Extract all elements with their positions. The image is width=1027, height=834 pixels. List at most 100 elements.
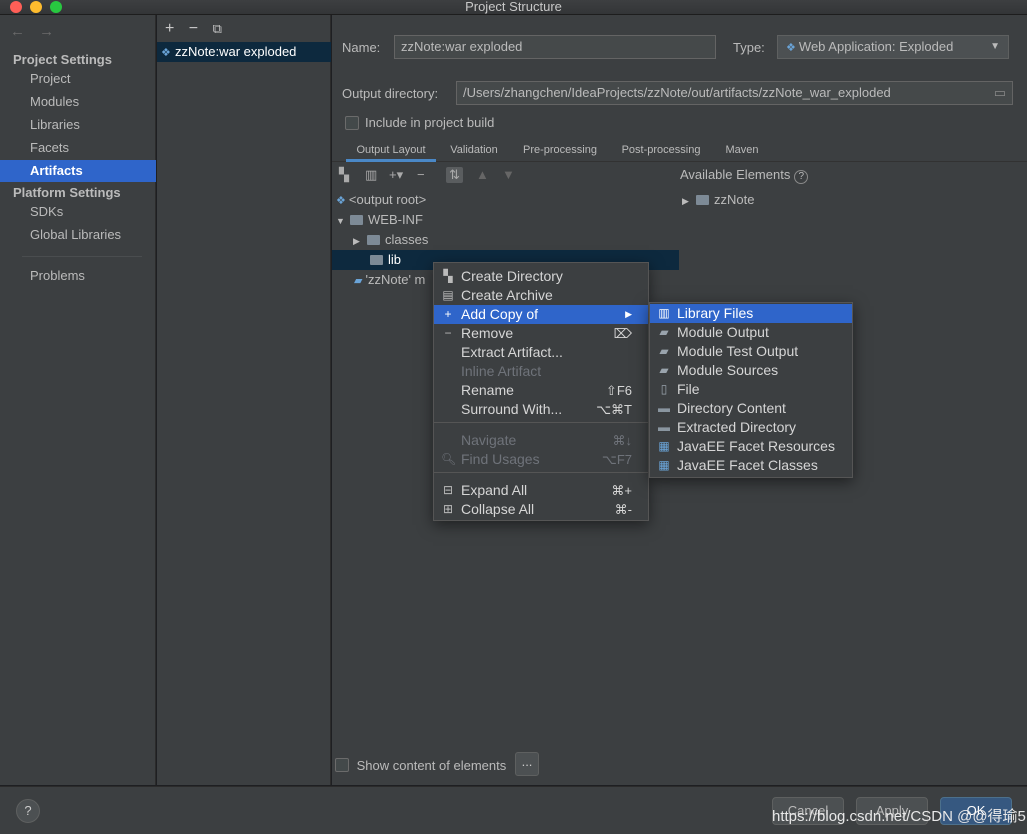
submenu-item-label: Module Sources	[677, 362, 779, 378]
tree-item-label: classes	[385, 232, 429, 247]
context-menu-item[interactable]: ▚ Create Directory	[434, 267, 648, 286]
submenu-item[interactable]: ▯ File	[650, 380, 852, 399]
tab-pre-processing[interactable]: Pre-processing	[515, 138, 605, 162]
artifact-list-item[interactable]: ❖ zzNote:war exploded	[157, 42, 331, 62]
name-field[interactable]: zzNote:war exploded	[394, 35, 716, 59]
module-folder-icon	[696, 195, 709, 205]
artifact-name: zzNote:war exploded	[175, 44, 297, 59]
menu-separator	[434, 422, 648, 423]
tree-item-classes[interactable]: ▶ classes	[353, 230, 428, 250]
submenu-item[interactable]: ▥ Library Files	[650, 304, 852, 323]
tab-output-layout[interactable]: Output Layout	[346, 138, 436, 162]
available-item-zznote[interactable]: ▶ zzNote	[682, 190, 754, 210]
remove-icon[interactable]: −	[417, 167, 425, 182]
sidebar-item-modules[interactable]: Modules	[0, 91, 156, 113]
submenu-item[interactable]: ▬ Extracted Directory	[650, 418, 852, 437]
available-elements-title: Available Elements	[680, 167, 791, 182]
module-output-icon: ▰	[354, 275, 366, 287]
module-test-output-icon: ▰	[659, 344, 669, 358]
output-directory-field[interactable]: /Users/zhangchen/IdeaProjects/zzNote/out…	[456, 81, 1013, 105]
type-label: Type:	[733, 40, 765, 55]
submenu-item[interactable]: ▦ JavaEE Facet Resources	[650, 437, 852, 456]
context-menu-item[interactable]: − Remove ⌦	[434, 324, 648, 343]
shortcut-label: ⌦	[613, 326, 632, 341]
tab-bar: Output Layout Validation Pre-processing …	[332, 138, 1027, 162]
library-icon: ▥	[658, 306, 670, 320]
context-menu-item-label: Create Directory	[461, 268, 563, 284]
submenu-item[interactable]: ▬ Directory Content	[650, 399, 852, 418]
module-sources-icon: ▰	[659, 363, 669, 377]
tab-post-processing[interactable]: Post-processing	[615, 138, 707, 162]
tree-item-web-inf[interactable]: ▼ WEB-INF	[336, 210, 423, 230]
tab-maven[interactable]: Maven	[719, 138, 765, 162]
context-menu-item: 🔍︎ Find Usages ⌥F7	[434, 450, 648, 469]
add-artifact-icon[interactable]: +	[165, 20, 174, 37]
chevron-down-icon: ▼	[990, 41, 1000, 52]
context-menu-item[interactable]: Rename ⇧F6	[434, 381, 648, 400]
type-dropdown[interactable]: ❖ Web Application: Exploded ▼	[777, 35, 1009, 59]
show-content-options-button[interactable]: ...	[515, 752, 539, 776]
tree-item-output-root[interactable]: ❖ <output root>	[336, 190, 426, 210]
collapsed-triangle-icon[interactable]: ▶	[353, 231, 367, 251]
help-button[interactable]: ?	[16, 799, 40, 823]
context-menu-item[interactable]: Surround With... ⌥⌘T	[434, 400, 648, 419]
context-menu-item-label: Rename	[461, 382, 514, 398]
artifacts-toolbar: + − ⧉	[165, 20, 232, 38]
help-icon[interactable]: ?	[794, 170, 809, 184]
submenu-item[interactable]: ▦ JavaEE Facet Classes	[650, 456, 852, 475]
forward-arrow-icon[interactable]: →	[39, 23, 54, 40]
move-down-icon[interactable]: ▼	[502, 167, 515, 182]
submenu-item-label: Library Files	[677, 305, 754, 321]
expanded-triangle-icon[interactable]: ▼	[336, 211, 350, 231]
collapsed-triangle-icon[interactable]: ▶	[682, 191, 696, 211]
include-in-build-checkbox[interactable]	[345, 116, 359, 130]
browse-folder-icon[interactable]: ▭	[994, 82, 1006, 104]
back-arrow-icon[interactable]: ←	[10, 23, 25, 40]
sidebar-item-libraries[interactable]: Libraries	[0, 114, 156, 136]
sidebar-item-global-libraries[interactable]: Global Libraries	[0, 224, 156, 246]
move-up-icon[interactable]: ▲	[476, 167, 489, 182]
context-menu-item-label: Add Copy of	[461, 306, 539, 322]
context-menu-item[interactable]: ⊟ Expand All ⌘+	[434, 481, 648, 500]
submenu-item-label: JavaEE Facet Resources	[677, 438, 835, 454]
submenu-item[interactable]: ▰ Module Test Output	[650, 342, 852, 361]
copy-artifact-icon[interactable]: ⧉	[213, 21, 222, 36]
available-elements-heading: Available Elements?	[680, 167, 809, 184]
submenu-item[interactable]: ▰ Module Output	[650, 323, 852, 342]
shortcut-label: ⌘-	[614, 502, 632, 517]
context-menu-item-label: Find Usages	[461, 451, 540, 467]
archive-icon[interactable]: ▥	[365, 167, 377, 183]
context-menu-item[interactable]: ⊞ Collapse All ⌘-	[434, 500, 648, 519]
show-content-checkbox[interactable]	[335, 758, 349, 772]
sidebar-item-project[interactable]: Project	[0, 68, 156, 90]
context-menu-item-label: Remove	[461, 325, 514, 341]
context-menu: ▚ Create Directory ▤ Create Archive + Add Cop…	[433, 262, 649, 521]
sidebar-item-artifacts[interactable]: Artifacts	[0, 160, 156, 182]
title-bar: Project Structure	[0, 0, 1027, 15]
context-menu-item-label: Create Archive	[461, 287, 553, 303]
layout-toolbar: ▚ ▥ +▾ − ⇅ ▲ ▼	[332, 163, 672, 189]
sort-icon[interactable]: ⇅	[446, 167, 463, 183]
available-item-label: zzNote	[714, 192, 755, 207]
remove-artifact-icon[interactable]: −	[189, 20, 198, 37]
window-title: Project Structure	[465, 0, 562, 14]
context-menu-item[interactable]: ▤ Create Archive	[434, 286, 648, 305]
extracted-directory-icon: ▬	[658, 420, 670, 434]
menu-separator	[434, 472, 648, 473]
new-folder-icon[interactable]: ▚	[339, 167, 349, 183]
folder-icon	[367, 235, 380, 245]
folder-icon: ▬	[658, 401, 670, 415]
submenu-item[interactable]: ▰ Module Sources	[650, 361, 852, 380]
tab-validation[interactable]: Validation	[444, 138, 504, 162]
new-folder-icon: ▚	[443, 269, 453, 283]
add-copy-icon[interactable]: +▾	[389, 167, 403, 183]
output-directory-value: /Users/zhangchen/IdeaProjects/zzNote/out…	[463, 85, 891, 100]
shortcut-label: ⇧F6	[605, 383, 632, 398]
context-menu-item[interactable]: Extract Artifact...	[434, 343, 648, 362]
sidebar-item-problems[interactable]: Problems	[0, 265, 156, 287]
tree-item-module-output[interactable]: ▰ 'zzNote' m	[354, 270, 425, 290]
sidebar-item-facets[interactable]: Facets	[0, 137, 156, 159]
sidebar-item-sdks[interactable]: SDKs	[0, 201, 156, 223]
context-menu-item-label: Expand All	[461, 482, 528, 498]
context-menu-item[interactable]: + Add Copy of ▶	[434, 305, 648, 324]
